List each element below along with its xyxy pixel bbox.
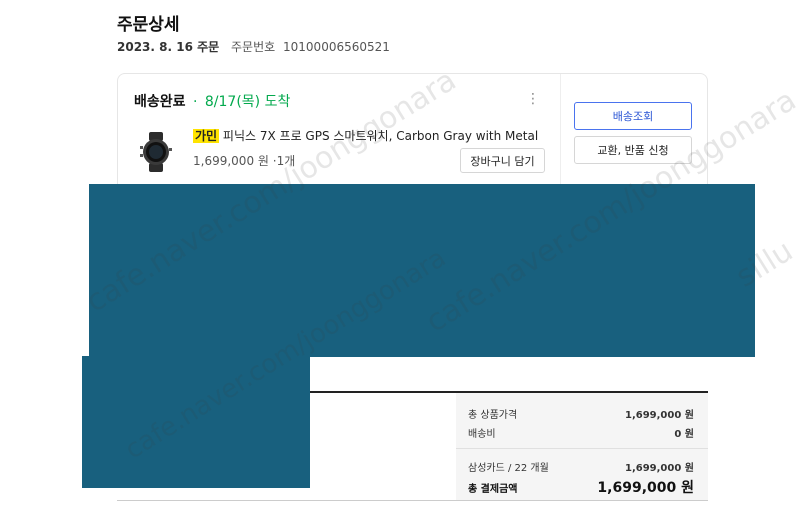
delivery-status: 배송완료 · 8/17(목) 도착: [134, 91, 290, 111]
product-thumbnail[interactable]: [138, 132, 174, 172]
payment-summary: 총 상품가격 1,699,000 원 배송비 0 원 삼성카드 / 22 개월 …: [456, 393, 708, 500]
order-number: 10100006560521: [283, 40, 390, 54]
more-options-icon[interactable]: ⋮: [526, 92, 540, 106]
smartwatch-icon: [140, 132, 172, 172]
add-to-cart-button[interactable]: 장바구니 담기: [460, 148, 545, 173]
product-brand: 가민: [193, 129, 220, 143]
product-total-value: 1,699,000 원: [625, 410, 694, 421]
shipping-value: 0 원: [674, 429, 694, 440]
product-price-line: 1,699,000 원 ·1개: [193, 152, 295, 169]
bottom-divider: [117, 500, 708, 501]
summary-divider: [456, 448, 708, 449]
shipping-label: 배송비: [468, 429, 496, 440]
order-meta: 2023. 8. 16 주문 주문번호 10100006560521: [117, 38, 390, 55]
grand-total-label: 총 결제금액: [468, 484, 518, 495]
product-total-label: 총 상품가격: [468, 410, 518, 421]
payment-method: 삼성카드 / 22 개월: [468, 463, 549, 474]
redacted-block: [89, 184, 755, 357]
grand-total-value: 1,699,000 원: [597, 480, 694, 496]
order-date: 2023. 8. 16 주문: [117, 40, 220, 54]
track-delivery-button[interactable]: 배송조회: [574, 102, 692, 130]
product-title[interactable]: 가민 피닉스 7X 프로 GPS 스마트워치, Carbon Gray with…: [193, 127, 538, 144]
payment-method-value: 1,699,000 원: [625, 463, 694, 474]
product-name: 피닉스 7X 프로 GPS 스마트워치, Carbon Gray with Me…: [222, 129, 539, 143]
page-title: 주문상세: [117, 15, 180, 35]
return-exchange-button[interactable]: 교환, 반품 신청: [574, 136, 692, 164]
product-price: 1,699,000 원: [193, 154, 269, 168]
redacted-block-small: [82, 356, 310, 488]
order-number-label: 주문번호: [231, 40, 276, 54]
arrival-date: 8/17(목) 도착: [204, 94, 291, 110]
delivery-status-label: 배송완료: [134, 94, 186, 110]
product-quantity: ·1개: [272, 154, 296, 168]
status-separator: ·: [192, 94, 198, 110]
